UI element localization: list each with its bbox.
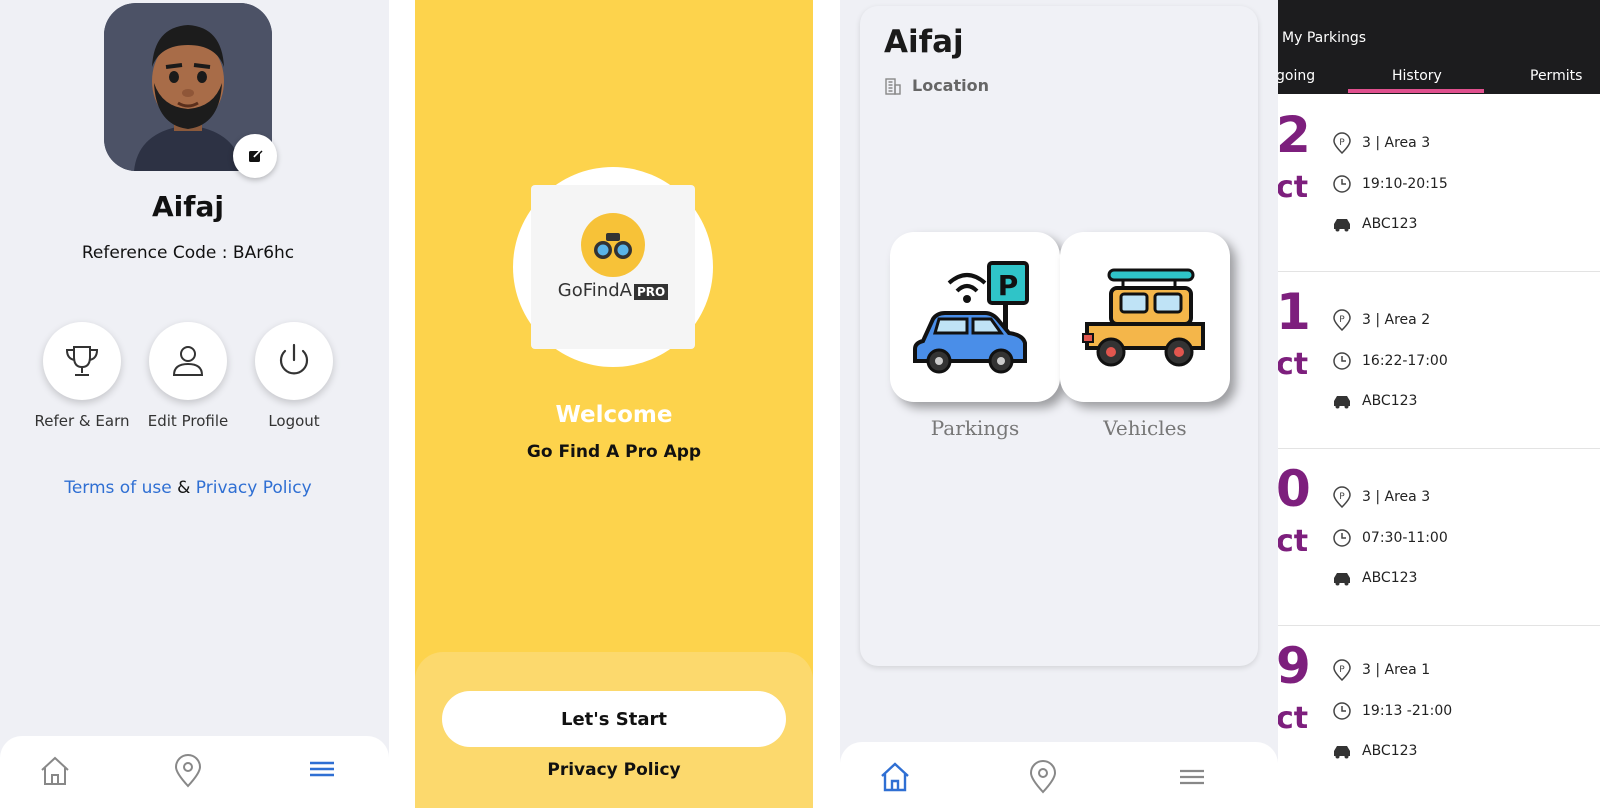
welcome-title: Welcome [555, 402, 673, 428]
trophy-icon [65, 346, 99, 376]
vehicles-label: Vehicles [1103, 416, 1187, 440]
parking-time: 19:10-20:15 [1362, 176, 1448, 192]
power-icon [279, 343, 309, 375]
vehicle-plate: ABC123 [1362, 570, 1418, 586]
logout-button[interactable]: Logout [239, 322, 349, 430]
clock-icon [1333, 175, 1351, 193]
date-day: 1 [1278, 283, 1311, 341]
building-icon [885, 77, 901, 95]
parkings-label: Parkings [930, 416, 1020, 440]
parkings-tile[interactable]: P [890, 232, 1060, 402]
date-month: ct [1278, 524, 1309, 559]
ampersand: & [177, 478, 191, 498]
vehicle-plate: ABC123 [1362, 743, 1418, 759]
profile-screen: Aifaj Reference Code : BAr6hc Refer & Ea… [0, 0, 389, 808]
bottom-nav [0, 736, 389, 808]
parking-row[interactable]: 2 ct P 3 | Area 3 19:10-20:15 ABC123 [1278, 94, 1600, 272]
home-icon[interactable] [878, 760, 912, 794]
parking-row[interactable]: 0 ct P 3 | Area 3 07:30-11:00 ABC123 [1278, 448, 1600, 626]
vehicle-plate: ABC123 [1362, 393, 1418, 409]
date-month: ct [1278, 347, 1309, 382]
svg-text:P: P [998, 269, 1019, 302]
edit-profile-label: Edit Profile [147, 412, 229, 430]
parking-pin-icon: P [1333, 309, 1351, 331]
parking-pin-icon: P [1333, 132, 1351, 154]
date-day: 0 [1278, 460, 1311, 518]
parking-area: 3 | Area 1 [1362, 662, 1431, 678]
logout-label: Logout [268, 412, 320, 430]
date-month: ct [1278, 170, 1309, 205]
legal-links: Terms of use & Privacy Policy [0, 478, 376, 498]
parking-row[interactable]: 9 ct P 3 | Area 1 19:13 -21:00 ABC123 [1278, 625, 1600, 802]
parking-row[interactable]: 1 ct P 3 | Area 2 16:22-17:00 ABC123 [1278, 271, 1600, 449]
clock-icon [1333, 352, 1351, 370]
car-icon [1334, 396, 1350, 409]
refer-earn-button[interactable]: Refer & Earn [27, 322, 137, 430]
menu-icon[interactable] [308, 754, 336, 788]
parking-area: 3 | Area 3 [1362, 489, 1431, 505]
home-card: Aifaj Location P Parkings Vehicles [860, 6, 1258, 666]
parking-area: 3 | Area 2 [1362, 312, 1431, 328]
edit-profile-button[interactable]: Edit Profile [133, 322, 243, 430]
bottom-nav [840, 742, 1278, 808]
location-row[interactable]: Location [884, 76, 989, 95]
edit-icon [249, 149, 263, 162]
refer-earn-label: Refer & Earn [34, 412, 130, 430]
privacy-policy-link[interactable]: Privacy Policy [196, 478, 312, 498]
binoculars-icon [594, 233, 632, 259]
tab-ongoing[interactable]: going [1278, 68, 1315, 84]
vehicle-plate: ABC123 [1362, 216, 1418, 232]
logo-badge: PRO [633, 284, 669, 300]
app-bar: My Parkings going History Permits [1278, 0, 1600, 94]
parking-car-icon: P [913, 261, 1029, 374]
terms-link[interactable]: Terms of use [64, 478, 171, 498]
reference-code: Reference Code : BAr6hc [81, 243, 295, 263]
car-icon [1334, 746, 1350, 759]
svg-text:P: P [1339, 665, 1345, 675]
tab-permits[interactable]: Permits [1530, 68, 1582, 84]
location-icon[interactable] [1028, 760, 1058, 794]
menu-icon[interactable] [1178, 760, 1206, 794]
location-label: Location [912, 76, 989, 95]
lets-start-button[interactable]: Let's Start [442, 691, 786, 747]
location-icon[interactable] [173, 754, 203, 788]
welcome-subtitle: Go Find A Pro App [526, 442, 702, 462]
profile-name: Aifaj [152, 190, 224, 223]
vehicles-tile[interactable] [1060, 232, 1230, 402]
tab-history[interactable]: History [1392, 68, 1442, 84]
date-day: 9 [1278, 637, 1311, 695]
svg-text:P: P [1339, 492, 1345, 502]
svg-text:P: P [1339, 138, 1345, 148]
edit-avatar-button[interactable] [233, 134, 277, 178]
jeep-icon [1082, 268, 1205, 367]
date-day: 2 [1278, 106, 1311, 164]
parking-time: 19:13 -21:00 [1362, 703, 1453, 719]
parking-area: 3 | Area 3 [1362, 135, 1431, 151]
parking-pin-icon: P [1333, 659, 1351, 681]
date-month: ct [1278, 701, 1309, 736]
page-title: My Parkings [1282, 30, 1367, 46]
svg-text:P: P [1339, 315, 1345, 325]
car-icon [1334, 219, 1350, 232]
my-parkings-screen: My Parkings going History Permits 2 ct P… [1278, 0, 1600, 808]
clock-icon [1333, 529, 1351, 547]
parking-time: 16:22-17:00 [1362, 353, 1448, 369]
app-logo: GoFindA PRO [513, 167, 713, 367]
bottom-sheet: Let's Start Privacy Policy [415, 652, 813, 808]
home-icon[interactable] [38, 754, 72, 788]
parking-time: 07:30-11:00 [1362, 530, 1448, 546]
privacy-policy-link[interactable]: Privacy Policy [415, 760, 813, 780]
clock-icon [1333, 702, 1351, 720]
user-name: Aifaj [884, 24, 964, 60]
car-icon [1334, 573, 1350, 586]
parking-pin-icon: P [1333, 486, 1351, 508]
logo-text: GoFindA [557, 280, 632, 301]
user-icon [172, 346, 204, 376]
welcome-screen: GoFindA PRO Welcome Go Find A Pro App Let… [415, 0, 813, 808]
active-tab-indicator [1348, 89, 1484, 93]
home-screen: Aifaj Location P Parkings Vehicles [840, 0, 1278, 808]
